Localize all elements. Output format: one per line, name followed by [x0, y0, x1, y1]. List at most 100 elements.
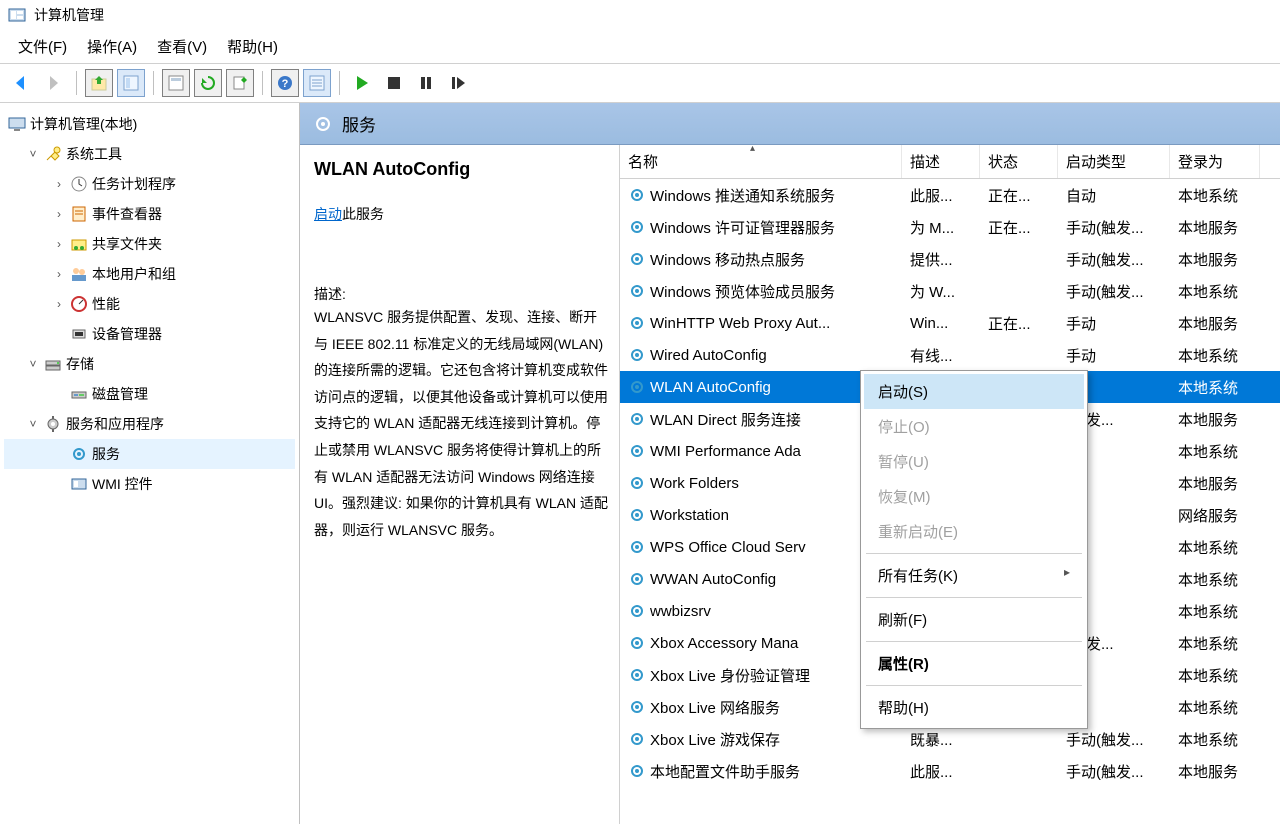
tree-local-users[interactable]: › 本地用户和组	[4, 259, 295, 289]
event-icon	[70, 205, 88, 223]
gear-icon	[628, 570, 646, 588]
tools-icon	[44, 145, 62, 163]
service-name: Xbox Live 网络服务	[650, 697, 780, 718]
tree-performance[interactable]: › 性能	[4, 289, 295, 319]
gear-icon	[628, 346, 646, 364]
refresh-button[interactable]	[194, 69, 222, 97]
expand-icon[interactable]: ›	[52, 267, 66, 281]
col-logon[interactable]: 登录为	[1170, 145, 1260, 178]
tree-system-tools[interactable]: ˅ 系统工具	[4, 139, 295, 169]
col-status[interactable]: 状态	[980, 145, 1058, 178]
menu-file[interactable]: 文件(F)	[18, 36, 67, 57]
separator	[866, 641, 1082, 642]
col-desc[interactable]: 描述	[902, 145, 980, 178]
forward-button[interactable]	[40, 69, 68, 97]
service-name: Workstation	[650, 507, 729, 524]
expand-icon[interactable]: ›	[52, 237, 66, 251]
service-name: WMI Performance Ada	[650, 443, 801, 460]
service-row[interactable]: Windows 预览体验成员服务为 W...手动(触发...本地系统	[620, 275, 1280, 307]
ctx-refresh[interactable]: 刷新(F)	[864, 602, 1084, 637]
ctx-all-tasks[interactable]: 所有任务(K)	[864, 558, 1084, 593]
wmi-icon	[70, 475, 88, 493]
expand-icon[interactable]: ›	[52, 207, 66, 221]
service-row[interactable]: Wired AutoConfig有线...手动本地系统	[620, 339, 1280, 371]
menu-help[interactable]: 帮助(H)	[227, 36, 278, 57]
tree-wmi-control[interactable]: WMI 控件	[4, 469, 295, 499]
tree-event-viewer[interactable]: › 事件查看器	[4, 199, 295, 229]
service-logon: 本地服务	[1170, 249, 1260, 270]
tree-services[interactable]: 服务	[4, 439, 295, 469]
service-desc: 既暴...	[902, 729, 980, 750]
gear-icon	[628, 666, 646, 684]
export-button[interactable]	[226, 69, 254, 97]
expand-icon[interactable]: ˅	[26, 147, 40, 161]
expand-icon[interactable]: ˅	[26, 417, 40, 431]
gear-icon	[628, 474, 646, 492]
service-row[interactable]: Windows 移动热点服务提供...手动(触发...本地服务	[620, 243, 1280, 275]
back-button[interactable]	[8, 69, 36, 97]
main-split: 计算机管理(本地) ˅ 系统工具 › 任务计划程序 › 事件查看器 › 共享文件…	[0, 103, 1280, 824]
gear-icon	[628, 410, 646, 428]
properties-button[interactable]	[162, 69, 190, 97]
tree-shared-folders[interactable]: › 共享文件夹	[4, 229, 295, 259]
menu-bar: 文件(F) 操作(A) 查看(V) 帮助(H)	[0, 30, 1280, 63]
expand-icon[interactable]: ˅	[26, 357, 40, 371]
tree-storage[interactable]: ˅ 存储	[4, 349, 295, 379]
tree-services-apps[interactable]: ˅ 服务和应用程序	[4, 409, 295, 439]
col-startup[interactable]: 启动类型	[1058, 145, 1170, 178]
service-row[interactable]: 本地配置文件助手服务此服...手动(触发...本地服务	[620, 755, 1280, 787]
app-icon	[8, 6, 26, 24]
expand-icon[interactable]: ›	[52, 297, 66, 311]
start-service-button[interactable]	[348, 69, 376, 97]
service-startup: 手动	[1058, 345, 1170, 366]
tree-task-scheduler[interactable]: › 任务计划程序	[4, 169, 295, 199]
nav-tree[interactable]: 计算机管理(本地) ˅ 系统工具 › 任务计划程序 › 事件查看器 › 共享文件…	[0, 103, 300, 824]
ctx-help[interactable]: 帮助(H)	[864, 690, 1084, 725]
service-name: WLAN AutoConfig	[650, 379, 771, 396]
gear-icon	[70, 445, 88, 463]
services-apps-icon	[44, 415, 62, 433]
tree-disk-management[interactable]: 磁盘管理	[4, 379, 295, 409]
service-list-panel: 名称 ▴ 描述 状态 启动类型 登录为 Windows 推送通知系统服务此服..…	[620, 145, 1280, 824]
start-service-link[interactable]: 启动	[314, 206, 342, 222]
ctx-resume: 恢复(M)	[864, 479, 1084, 514]
service-desc: 为 M...	[902, 217, 980, 238]
stop-service-button[interactable]	[380, 69, 408, 97]
gear-icon	[628, 634, 646, 652]
ctx-properties[interactable]: 属性(R)	[864, 646, 1084, 681]
disk-icon	[70, 385, 88, 403]
service-logon: 本地服务	[1170, 409, 1260, 430]
service-logon: 本地服务	[1170, 761, 1260, 782]
service-row[interactable]: Windows 推送通知系统服务此服...正在...自动本地系统	[620, 179, 1280, 211]
service-detail-panel: WLAN AutoConfig 启动此服务 描述: WLANSVC 服务提供配置…	[300, 145, 620, 824]
users-icon	[70, 265, 88, 283]
ctx-start[interactable]: 启动(S)	[864, 374, 1084, 409]
col-name[interactable]: 名称 ▴	[620, 145, 902, 178]
view-mode-button[interactable]	[303, 69, 331, 97]
expand-icon[interactable]: ›	[52, 177, 66, 191]
help-button[interactable]: ?	[271, 69, 299, 97]
pause-service-button[interactable]	[412, 69, 440, 97]
content-title: 服务	[342, 111, 376, 136]
restart-service-button[interactable]	[444, 69, 472, 97]
service-row[interactable]: WinHTTP Web Proxy Aut...Win...正在...手动本地服…	[620, 307, 1280, 339]
service-status: 正在...	[980, 217, 1058, 238]
menu-view[interactable]: 查看(V)	[157, 36, 207, 57]
up-button[interactable]	[85, 69, 113, 97]
menu-action[interactable]: 操作(A)	[87, 36, 137, 57]
service-logon: 本地系统	[1170, 665, 1260, 686]
gear-icon	[628, 538, 646, 556]
service-row[interactable]: Windows 许可证管理器服务为 M...正在...手动(触发...本地服务	[620, 211, 1280, 243]
service-logon: 本地服务	[1170, 313, 1260, 334]
show-hide-tree-button[interactable]	[117, 69, 145, 97]
device-icon	[70, 325, 88, 343]
service-name: Xbox Live 身份验证管理	[650, 665, 810, 686]
service-name: Windows 许可证管理器服务	[650, 217, 835, 238]
service-startup: 手动(触发...	[1058, 217, 1170, 238]
list-header: 名称 ▴ 描述 状态 启动类型 登录为	[620, 145, 1280, 179]
title-bar: 计算机管理	[0, 0, 1280, 30]
tree-device-manager[interactable]: 设备管理器	[4, 319, 295, 349]
service-name: WinHTTP Web Proxy Aut...	[650, 315, 830, 332]
content-area: 服务 WLAN AutoConfig 启动此服务 描述: WLANSVC 服务提…	[300, 103, 1280, 824]
tree-root[interactable]: 计算机管理(本地)	[4, 109, 295, 139]
